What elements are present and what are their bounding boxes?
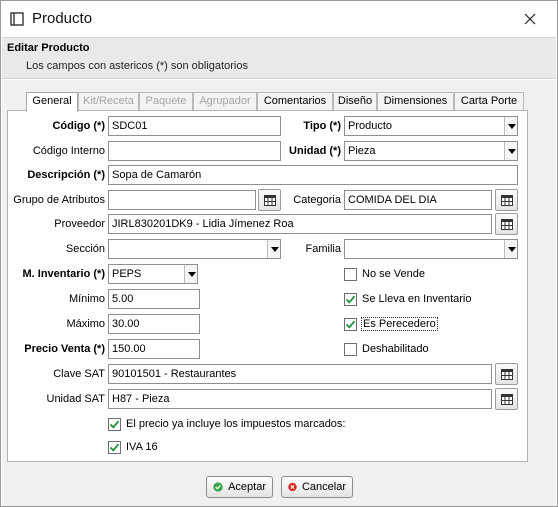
tipo-value: Producto <box>348 120 393 132</box>
maximo-label: Máximo <box>66 318 105 330</box>
chevron-down-icon <box>267 240 280 258</box>
check-circle-icon <box>213 482 223 492</box>
table-picker-icon <box>263 194 276 206</box>
codigo-interno-field[interactable] <box>108 141 281 161</box>
check-icon <box>345 320 356 329</box>
no-se-vende-label: No se Vende <box>362 268 425 280</box>
deshabilitado-box <box>344 342 357 356</box>
grupo-atributos-picker-button[interactable] <box>258 189 281 211</box>
unidad-sat-label: Unidad SAT <box>46 393 106 405</box>
tab-dimensiones[interactable]: Dimensiones <box>377 92 454 111</box>
tab-comentarios[interactable]: Comentarios <box>257 92 333 111</box>
unidad-sat-picker-button[interactable] <box>495 388 518 410</box>
deshabilitado-label: Deshabilitado <box>362 343 429 355</box>
clave-sat-label: Clave SAT <box>53 368 105 380</box>
header-title: Editar Producto <box>7 42 90 54</box>
table-picker-icon <box>500 218 513 230</box>
no-se-vende-checkbox[interactable]: No se Vende <box>344 266 425 282</box>
tab-kit-receta[interactable]: Kit/Receta <box>78 92 139 111</box>
minimo-field[interactable]: 5.00 <box>108 289 200 309</box>
proveedor-field[interactable]: JIRL830201DK9 - Lidia Jímenez Roa <box>108 214 492 234</box>
x-circle-icon <box>288 482 297 492</box>
codigo-label: Código (*) <box>52 120 105 132</box>
proveedor-picker-button[interactable] <box>495 213 518 235</box>
es-perecedero-checkbox[interactable]: Es Perecedero <box>344 316 438 332</box>
es-perecedero-label: Es Perecedero <box>361 317 438 331</box>
grupo-atributos-label: Grupo de Atributos <box>13 194 105 206</box>
codigo-field[interactable]: SDC01 <box>108 116 281 136</box>
iva16-label: IVA 16 <box>126 441 158 453</box>
title-bar: Producto <box>1 1 557 37</box>
tipo-label: Tipo (*) <box>303 120 341 132</box>
iva16-checkbox[interactable]: IVA 16 <box>108 439 158 455</box>
chevron-down-icon <box>504 117 517 135</box>
tab-diseno[interactable]: Diseño <box>333 92 377 111</box>
precio-incluye-impuestos-box <box>108 417 121 431</box>
window-title: Producto <box>32 10 93 27</box>
tab-paquete[interactable]: Paquete <box>139 92 193 111</box>
unidad-select[interactable]: Pieza <box>344 141 518 161</box>
check-icon <box>345 295 356 304</box>
dialog-header: Editar Producto Los campos con astericos… <box>2 37 556 79</box>
m-inventario-select[interactable]: PEPS <box>108 264 198 284</box>
unidad-sat-field[interactable]: H87 - Pieza <box>108 389 492 409</box>
proveedor-label: Proveedor <box>54 218 105 230</box>
precio-incluye-impuestos-checkbox[interactable]: El precio ya incluye los impuestos marca… <box>108 416 345 432</box>
window-icon <box>10 12 24 26</box>
tab-general[interactable]: General <box>26 92 78 112</box>
m-inventario-value: PEPS <box>112 268 142 280</box>
descripcion-label: Descripción (*) <box>27 169 105 181</box>
se-lleva-inventario-box <box>344 292 357 306</box>
clave-sat-field[interactable]: 90101501 - Restaurantes <box>108 364 492 384</box>
tab-carta-porte[interactable]: Carta Porte <box>454 92 524 111</box>
table-picker-icon <box>500 393 513 405</box>
tab-agrupador[interactable]: Agrupador <box>193 92 257 111</box>
close-button[interactable] <box>517 7 543 31</box>
m-inventario-label: M. Inventario (*) <box>22 268 105 280</box>
check-icon <box>109 420 120 429</box>
maximo-field[interactable]: 30.00 <box>108 314 200 334</box>
close-icon <box>524 13 536 25</box>
deshabilitado-checkbox[interactable]: Deshabilitado <box>344 341 429 357</box>
seccion-select[interactable] <box>108 239 281 259</box>
se-lleva-inventario-label: Se Lleva en Inventario <box>362 293 472 305</box>
accept-label: Aceptar <box>228 481 266 493</box>
table-picker-icon <box>500 194 513 206</box>
general-panel: Código (*) SDC01 Tipo (*) Producto Códig… <box>7 110 528 462</box>
seccion-label: Sección <box>65 243 105 255</box>
clave-sat-picker-button[interactable] <box>495 363 518 385</box>
product-dialog: Producto Editar Producto Los campos con … <box>0 0 558 507</box>
categoria-label: Categoria <box>293 194 341 206</box>
cancel-button[interactable]: Cancelar <box>281 476 353 498</box>
categoria-field[interactable]: COMIDA DEL DIA <box>344 190 492 210</box>
es-perecedero-box <box>344 317 357 331</box>
categoria-picker-button[interactable] <box>495 189 518 211</box>
precio-venta-field[interactable]: 150.00 <box>108 339 200 359</box>
header-subtitle: Los campos con astericos (*) son obligat… <box>26 60 248 72</box>
chevron-down-icon <box>504 142 517 160</box>
unidad-value: Pieza <box>348 145 376 157</box>
chevron-down-icon <box>184 265 197 283</box>
unidad-label: Unidad (*) <box>289 145 341 157</box>
no-se-vende-box <box>344 267 357 281</box>
codigo-interno-label: Código Interno <box>32 145 105 157</box>
grupo-atributos-field[interactable] <box>108 190 256 210</box>
tipo-select[interactable]: Producto <box>344 116 518 136</box>
iva16-box <box>108 440 121 454</box>
familia-label: Familia <box>305 243 341 255</box>
table-picker-icon <box>500 368 513 380</box>
minimo-label: Mínimo <box>68 293 105 305</box>
check-icon <box>109 443 120 452</box>
accept-button[interactable]: Aceptar <box>206 476 273 498</box>
descripcion-field[interactable]: Sopa de Camarón <box>108 165 518 185</box>
precio-incluye-impuestos-label: El precio ya incluye los impuestos marca… <box>126 418 346 430</box>
precio-venta-label: Precio Venta (*) <box>24 343 105 355</box>
familia-select[interactable] <box>344 239 518 259</box>
se-lleva-inventario-checkbox[interactable]: Se Lleva en Inventario <box>344 291 471 307</box>
dialog-body: General Kit/Receta Paquete Agrupador Com… <box>2 80 556 506</box>
chevron-down-icon <box>504 240 517 258</box>
cancel-label: Cancelar <box>301 481 346 493</box>
